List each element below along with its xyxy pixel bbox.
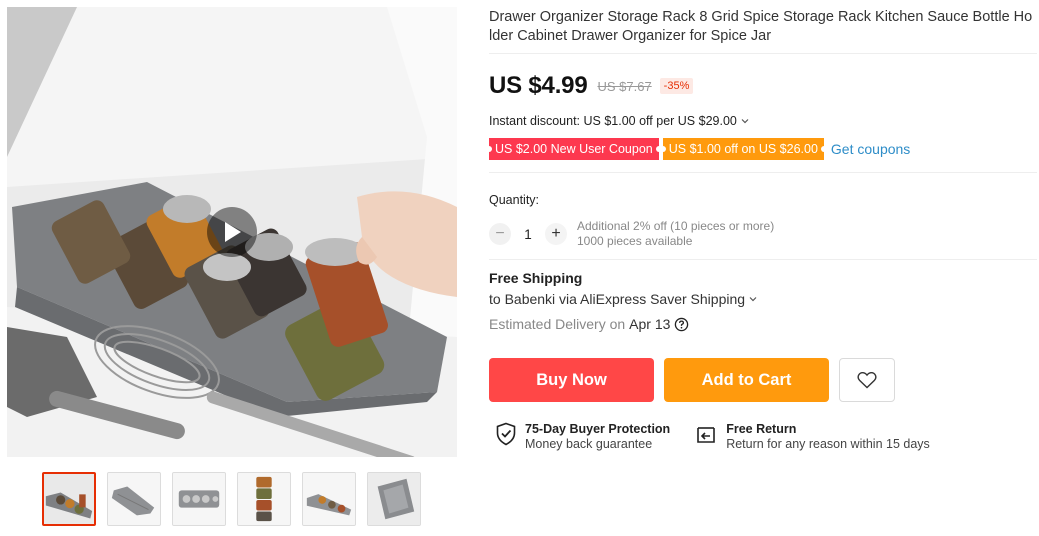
discount-badge: -35% bbox=[659, 78, 694, 94]
shield-check-icon bbox=[496, 422, 516, 446]
buyer-protection[interactable]: 75-Day Buyer Protection Money back guara… bbox=[495, 422, 670, 452]
chevron-down-icon bbox=[749, 297, 757, 302]
thumbnail-image bbox=[44, 474, 94, 524]
shipping-destination-text: to Babenki via AliExpress Saver Shipping bbox=[489, 291, 746, 307]
main-product-image[interactable] bbox=[7, 7, 457, 457]
buyer-protection-subtitle: Money back guarantee bbox=[525, 437, 653, 451]
free-return-title: Free Return bbox=[726, 422, 797, 436]
instant-discount-text: Instant discount: US $1.00 off per US $2… bbox=[489, 114, 737, 128]
divider bbox=[489, 259, 1037, 260]
estimated-delivery-label: Estimated Delivery on bbox=[489, 316, 626, 332]
estimated-delivery-date: Apr 13 bbox=[629, 316, 671, 332]
add-to-cart-button[interactable]: Add to Cart bbox=[664, 358, 829, 402]
free-return-subtitle: Return for any reason within 15 days bbox=[726, 437, 930, 451]
quantity-info: Additional 2% off (10 pieces or more) 10… bbox=[577, 219, 774, 249]
thumbnail-strip bbox=[42, 472, 421, 526]
quantity-decrease-button[interactable]: − bbox=[489, 223, 511, 245]
instant-discount[interactable]: Instant discount: US $1.00 off per US $2… bbox=[489, 114, 750, 128]
free-return[interactable]: Free Return Return for any reason within… bbox=[694, 422, 930, 452]
thumbnail-6[interactable] bbox=[367, 472, 421, 526]
buy-now-button[interactable]: Buy Now bbox=[489, 358, 654, 402]
coupon-new-user[interactable]: US $2.00 New User Coupon bbox=[486, 138, 662, 160]
guarantees: 75-Day Buyer Protection Money back guara… bbox=[495, 422, 930, 452]
current-price: US $4.99 bbox=[489, 72, 588, 99]
get-coupons-link[interactable]: Get coupons bbox=[831, 141, 910, 157]
quantity-label: Quantity: bbox=[489, 193, 540, 207]
chevron-down-icon bbox=[741, 119, 749, 124]
quantity-value[interactable]: 1 bbox=[511, 227, 545, 242]
original-price: US $7.67 bbox=[597, 78, 652, 94]
divider bbox=[489, 53, 1037, 54]
thumbnail-5[interactable] bbox=[302, 472, 356, 526]
video-play-button[interactable] bbox=[207, 207, 257, 257]
thumbnail-1[interactable] bbox=[42, 472, 96, 526]
divider bbox=[489, 172, 1037, 173]
thumbnail-2[interactable] bbox=[107, 472, 161, 526]
thumbnail-4[interactable] bbox=[237, 472, 291, 526]
thumbnail-image bbox=[173, 473, 225, 525]
bulk-discount-text: Additional 2% off (10 pieces or more) bbox=[577, 219, 775, 233]
price-row: US $4.99 US $7.67 -35% bbox=[489, 72, 694, 100]
heart-icon bbox=[857, 371, 877, 389]
action-buttons: Buy Now Add to Cart bbox=[489, 358, 895, 402]
stock-available-text: 1000 pieces available bbox=[577, 234, 693, 248]
product-title: Drawer Organizer Storage Rack 8 Grid Spi… bbox=[489, 9, 1033, 44]
thumbnail-image bbox=[238, 473, 290, 525]
thumbnail-image bbox=[303, 473, 355, 525]
quantity-stepper: − 1 + Additional 2% off (10 pieces or mo… bbox=[489, 219, 774, 249]
shipping-destination[interactable]: to Babenki via AliExpress Saver Shipping bbox=[489, 291, 758, 307]
coupon-store[interactable]: US $1.00 off on US $26.00 bbox=[659, 138, 828, 160]
return-box-icon bbox=[697, 427, 715, 443]
help-icon[interactable] bbox=[674, 317, 689, 332]
thumbnail-image bbox=[368, 473, 420, 525]
thumbnail-image bbox=[108, 473, 160, 525]
coupon-row: US $2.00 New User Coupon US $1.00 off on… bbox=[486, 138, 910, 160]
quantity-increase-button[interactable]: + bbox=[545, 223, 567, 245]
thumbnail-3[interactable] bbox=[172, 472, 226, 526]
estimated-delivery: Estimated Delivery on Apr 13 bbox=[489, 316, 689, 332]
play-icon bbox=[225, 222, 241, 242]
wishlist-button[interactable] bbox=[839, 358, 895, 402]
buyer-protection-title: 75-Day Buyer Protection bbox=[525, 422, 671, 436]
shipping-title: Free Shipping bbox=[489, 270, 583, 286]
